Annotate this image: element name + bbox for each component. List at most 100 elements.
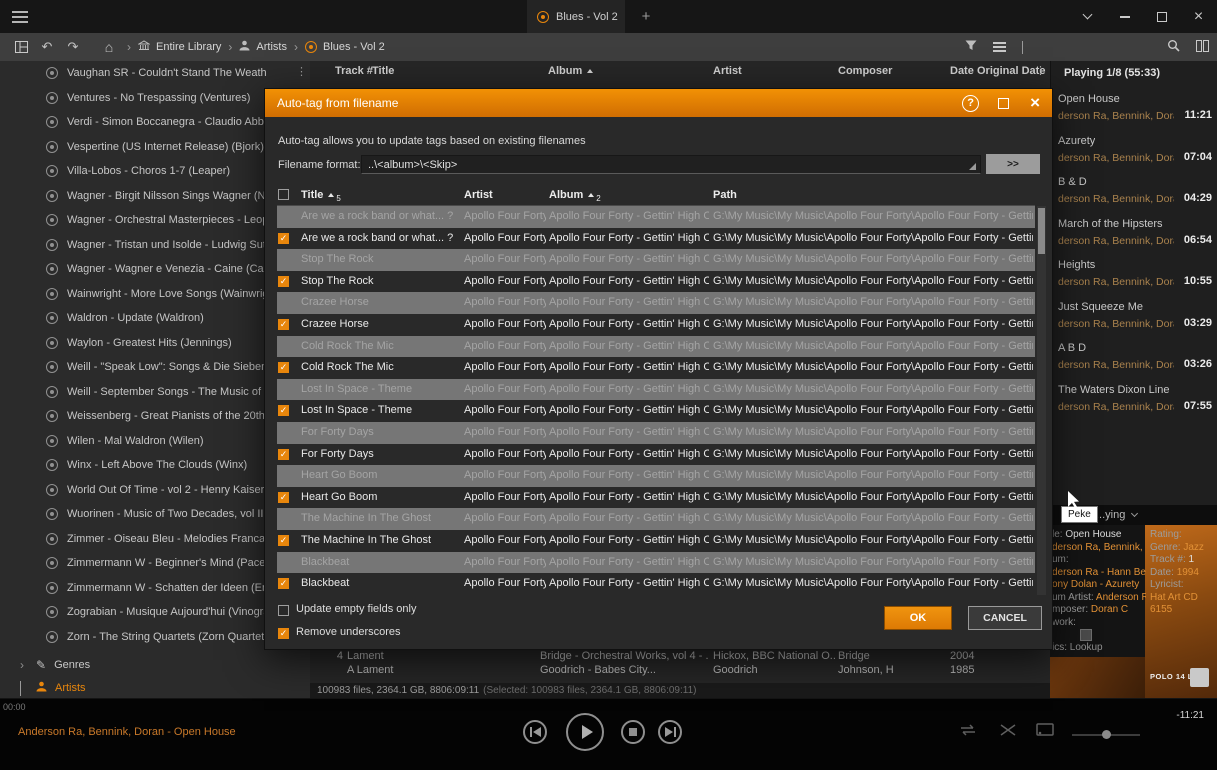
- cast-icon[interactable]: [1036, 723, 1054, 736]
- column-header-track[interactable]: Track #: [335, 65, 373, 77]
- cancel-button[interactable]: CANCEL: [968, 606, 1042, 630]
- playing-list-item[interactable]: Azuretyderson Ra, Bennink, Dora...07:04: [1051, 130, 1217, 172]
- row-checkbox-checked[interactable]: ✓: [278, 276, 289, 287]
- playing-list-item[interactable]: Just Squeeze Mederson Ra, Bennink, Dora.…: [1051, 296, 1217, 338]
- scrollbar-thumb[interactable]: [1038, 208, 1045, 254]
- main-menu-icon[interactable]: [12, 11, 28, 23]
- autotag-row[interactable]: ✓BlackbeatApollo Four FortyApollo Four F…: [277, 573, 1035, 595]
- maximize-button[interactable]: [1143, 0, 1180, 33]
- update-empty-checkbox[interactable]: [278, 605, 289, 616]
- columns-layout-icon[interactable]: [1196, 40, 1209, 55]
- dialog-titlebar[interactable]: Auto-tag from filename ? ×: [265, 89, 1052, 117]
- sidebar-item-label: Waylon - Greatest Hits (Jennings): [67, 337, 267, 349]
- row-checkbox-checked[interactable]: ✓: [278, 578, 289, 589]
- remove-underscores-checkbox[interactable]: ✓: [278, 628, 289, 639]
- row-checkbox-checked[interactable]: ✓: [278, 233, 289, 244]
- stop-button[interactable]: [621, 720, 645, 744]
- breadcrumb-artists[interactable]: Artists: [239, 40, 287, 54]
- column-header-album[interactable]: Album2: [549, 189, 601, 203]
- shuffle-icon[interactable]: [1000, 724, 1016, 736]
- table-scrollbar[interactable]: [1037, 206, 1046, 595]
- row-checkbox-checked[interactable]: ✓: [278, 405, 289, 416]
- autotag-row[interactable]: The Machine In The GhostApollo Four Fort…: [277, 508, 1035, 530]
- column-header-title[interactable]: Title5: [301, 189, 341, 203]
- search-icon[interactable]: [1167, 39, 1180, 55]
- sidebar-options-kebab-icon[interactable]: ⋮: [296, 65, 307, 78]
- autotag-row[interactable]: Heart Go BoomApollo Four FortyApollo Fou…: [277, 465, 1035, 487]
- autotag-row[interactable]: ✓Crazee HorseApollo Four FortyApollo Fou…: [277, 314, 1035, 336]
- filename-format-input[interactable]: [361, 155, 981, 174]
- row-checkbox-checked[interactable]: ✓: [278, 535, 289, 546]
- column-header-composer[interactable]: Composer: [838, 65, 892, 77]
- autotag-row[interactable]: ✓Cold Rock The MicApollo Four FortyApoll…: [277, 357, 1035, 379]
- autotag-row[interactable]: ✓Lost In Space - ThemeApollo Four FortyA…: [277, 400, 1035, 422]
- tab-blues-vol2[interactable]: Blues - Vol 2: [527, 0, 625, 33]
- panel-layout-icon[interactable]: [8, 41, 34, 53]
- sidebar-node-genres[interactable]: › ✎ Genres: [0, 653, 310, 677]
- expand-arrow-icon[interactable]: ›: [20, 658, 28, 672]
- sidebar-node-artists[interactable]: Artists: [0, 677, 310, 698]
- list-view-icon[interactable]: [993, 42, 1006, 52]
- autotag-row[interactable]: BlackbeatApollo Four FortyApollo Four Fo…: [277, 552, 1035, 574]
- preview-expand-button[interactable]: >>: [986, 154, 1040, 174]
- dialog-close-icon[interactable]: ×: [1030, 93, 1040, 113]
- playing-list-item[interactable]: Open Housederson Ra, Bennink, Dora...11:…: [1051, 88, 1217, 130]
- select-all-checkbox[interactable]: [278, 189, 289, 200]
- autotag-row[interactable]: ✓The Machine In The GhostApollo Four For…: [277, 530, 1035, 552]
- row-checkbox-checked[interactable]: ✓: [278, 492, 289, 503]
- autotag-row[interactable]: Stop The RockApollo Four FortyApollo Fou…: [277, 249, 1035, 271]
- playing-list-item[interactable]: B & Dderson Ra, Bennink, Dora...04:29: [1051, 171, 1217, 213]
- autotag-row[interactable]: Are we a rock band or what... ?Apollo Fo…: [277, 206, 1035, 228]
- playing-panel: Playing 1/8 (55:33) Open Housederson Ra,…: [1050, 61, 1217, 505]
- autotag-row[interactable]: Crazee HorseApollo Four FortyApollo Four…: [277, 292, 1035, 314]
- close-button[interactable]: ×: [1180, 0, 1217, 33]
- column-header-album[interactable]: Album: [548, 65, 594, 77]
- minimize-button[interactable]: [1106, 0, 1143, 33]
- table-row[interactable]: A LamentGoodrich - Babes City...Goodrich…: [310, 664, 1050, 678]
- volume-knob[interactable]: [1102, 730, 1111, 739]
- undo-icon[interactable]: ↶: [34, 39, 60, 55]
- autotag-row[interactable]: ✓For Forty DaysApollo Four FortyApollo F…: [277, 444, 1035, 466]
- playing-list-item[interactable]: A B Dderson Ra, Bennink, Dora...03:26: [1051, 337, 1217, 379]
- autotag-row[interactable]: For Forty DaysApollo Four FortyApollo Fo…: [277, 422, 1035, 444]
- autotag-row[interactable]: ✓Stop The RockApollo Four FortyApollo Fo…: [277, 271, 1035, 293]
- column-options-kebab-icon[interactable]: ⋮: [1035, 64, 1046, 77]
- table-row[interactable]: 4LamentBridge - Orchestral Works, vol 4 …: [310, 650, 1050, 664]
- dialog-maximize-icon[interactable]: [998, 98, 1009, 109]
- combo-dropdown-icon[interactable]: [969, 163, 976, 170]
- autotag-row[interactable]: Lost In Space - ThemeApollo Four FortyAp…: [277, 379, 1035, 401]
- column-header-date[interactable]: Date: [950, 65, 974, 77]
- view-chevron-icon[interactable]: [1022, 41, 1023, 53]
- row-checkbox-checked[interactable]: ✓: [278, 319, 289, 330]
- compact-chevron-icon[interactable]: [1069, 0, 1106, 33]
- home-icon[interactable]: ⌂: [96, 39, 122, 55]
- breadcrumb-album[interactable]: Blues - Vol 2: [305, 41, 385, 53]
- playing-list-item[interactable]: March of the Hipstersderson Ra, Bennink,…: [1051, 213, 1217, 255]
- autotag-row[interactable]: Cold Rock The MicApollo Four FortyApollo…: [277, 336, 1035, 358]
- now-playing-track-label[interactable]: Anderson Ra, Bennink, Doran - Open House: [18, 726, 236, 738]
- autotag-row[interactable]: ✓Are we a rock band or what... ?Apollo F…: [277, 228, 1035, 250]
- autotag-row[interactable]: ✓Heart Go BoomApollo Four FortyApollo Fo…: [277, 487, 1035, 509]
- column-header-artist[interactable]: Artist: [464, 189, 493, 201]
- row-checkbox-checked[interactable]: ✓: [278, 362, 289, 373]
- playing-header[interactable]: Playing 1/8 (55:33): [1051, 61, 1217, 79]
- previous-track-button[interactable]: [523, 720, 547, 744]
- column-header-artist[interactable]: Artist: [713, 65, 742, 77]
- row-checkbox-checked[interactable]: ✓: [278, 449, 289, 460]
- next-track-button[interactable]: [658, 720, 682, 744]
- filter-icon[interactable]: [965, 40, 977, 54]
- autotag-table-header: Title5 Artist Album2 Path: [277, 187, 1035, 206]
- breadcrumb-entire-library[interactable]: Entire Library: [138, 40, 221, 54]
- playing-list-item[interactable]: The Waters Dixon Linederson Ra, Bennink,…: [1051, 379, 1217, 421]
- help-icon[interactable]: ?: [962, 95, 979, 112]
- album-disc-icon: [46, 116, 58, 128]
- ok-button[interactable]: OK: [884, 606, 952, 630]
- column-header-path[interactable]: Path: [713, 189, 737, 201]
- album-artwork-strip[interactable]: [1050, 657, 1145, 698]
- play-button[interactable]: [566, 713, 604, 751]
- new-tab-button[interactable]: +: [636, 7, 656, 27]
- repeat-icon[interactable]: [958, 724, 978, 736]
- playing-list-item[interactable]: Heightsderson Ra, Bennink, Dora...10:55: [1051, 254, 1217, 296]
- sidebar-item[interactable]: Vaughan SR - Couldn't Stand The Weather …: [0, 61, 310, 86]
- column-header-title[interactable]: Title: [372, 65, 394, 77]
